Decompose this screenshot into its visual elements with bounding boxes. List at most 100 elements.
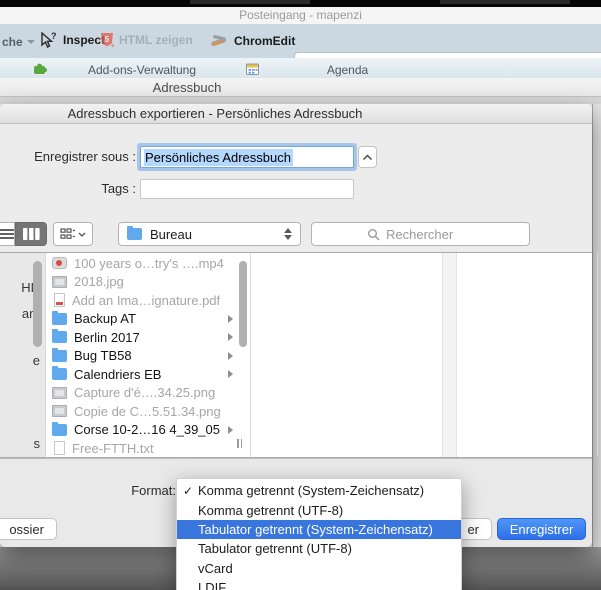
- column-scrollbar[interactable]: [239, 261, 247, 347]
- image-icon: [52, 405, 67, 418]
- chevron-up-icon: [362, 153, 373, 160]
- main-window-title: Posteingang - mapenzi: [239, 8, 362, 22]
- export-dialog-title: Adressbuch exportieren - Persönliches Ad…: [67, 106, 363, 121]
- tab-addons[interactable]: Add-ons-Verwaltung: [48, 61, 218, 79]
- chevron-down-icon: [78, 232, 86, 237]
- new-folder-button[interactable]: ossier: [0, 518, 57, 540]
- image-icon: [52, 386, 67, 399]
- file-row[interactable]: Calendriers EB: [46, 365, 242, 384]
- disclosure-arrow-icon: [228, 314, 233, 323]
- list-view-icon: [0, 229, 14, 239]
- desktop-strip: [0, 0, 601, 7]
- file-name: Calendriers EB: [74, 366, 162, 382]
- file-name: Free-FTTH.txt: [72, 440, 154, 456]
- format-menu-item-label: LDIF: [198, 580, 227, 590]
- file-row[interactable]: Bug TB58: [46, 347, 242, 366]
- file-name: Corse 10-2…16 4_39_05: [74, 422, 220, 438]
- column-resize-grip[interactable]: [237, 439, 242, 448]
- folder-icon: [127, 226, 142, 240]
- addressbook-window-edge: [0, 97, 601, 104]
- format-menu-item[interactable]: LDIF: [177, 578, 461, 590]
- format-menu-item-label: Tabulator getrennt (UTF-8): [198, 541, 352, 557]
- file-row[interactable]: Capture d'é….34.25.png: [46, 384, 242, 403]
- addressbook-window-title: Adressbuch: [152, 80, 222, 95]
- chromedit-button[interactable]: ChromEdit: [210, 33, 295, 48]
- browser-search-field[interactable]: [311, 222, 530, 246]
- disclosure-arrow-icon: [228, 370, 233, 379]
- group-grid-icon: [60, 228, 75, 239]
- format-menu-item-label: Tabulator getrennt (System-Zeichensatz): [198, 521, 433, 537]
- inspect-button[interactable]: ? Inspect: [38, 31, 105, 49]
- column-view-button[interactable]: [15, 222, 47, 246]
- sidebar-item-fragment[interactable]: e: [0, 353, 40, 368]
- truncated-toolbar-button[interactable]: che: [2, 35, 35, 49]
- file-name: Add an Ima…ignature.pdf: [72, 292, 221, 308]
- format-menu-item[interactable]: Komma getrennt (UTF-8): [177, 500, 461, 519]
- file-row[interactable]: Backup AT: [46, 310, 242, 329]
- file-name: Bug TB58: [74, 348, 132, 364]
- format-menu-item[interactable]: Tabulator getrennt (System-Zeichensatz): [177, 519, 461, 540]
- file-row[interactable]: 2018.jpg: [46, 273, 242, 292]
- html-zeigen-label: HTML zeigen: [119, 33, 193, 47]
- svg-text:5: 5: [105, 35, 110, 44]
- sidebar: HD ant e s: [0, 253, 45, 457]
- location-popup[interactable]: Bureau: [118, 222, 301, 246]
- folder-icon: [52, 329, 67, 344]
- sidebar-scrollbar[interactable]: [33, 261, 42, 347]
- save-as-label: Enregistrer sous :: [34, 149, 136, 164]
- disclosure-arrow-icon: [228, 351, 233, 360]
- svg-text:?: ?: [51, 31, 57, 41]
- file-row[interactable]: Berlin 2017: [46, 328, 242, 347]
- desktop-strip-segment: [440, 0, 570, 4]
- format-menu-item[interactable]: Tabulator getrennt (UTF-8): [177, 539, 461, 558]
- inspector-arrow-icon: ?: [41, 31, 57, 48]
- format-menu-item[interactable]: vCard: [177, 559, 461, 578]
- browser-search-input[interactable]: [384, 225, 474, 243]
- tab-agenda[interactable]: Agenda: [260, 61, 435, 79]
- truncated-toolbar-label: che: [2, 35, 23, 49]
- expand-dialog-button[interactable]: [358, 146, 377, 168]
- save-as-value: Persönliches Adressbuch: [144, 148, 293, 166]
- format-menu: ✓ Komma getrennt (System-Zeichensatz) Ko…: [176, 478, 462, 590]
- image-icon: [52, 275, 67, 288]
- popup-updown-icon: [284, 228, 292, 240]
- file-row[interactable]: Free-FTTH.txt: [46, 439, 242, 458]
- file-row[interactable]: 100 years o…try's ….mp4: [46, 254, 242, 273]
- html5-shield-icon: 5 +: [101, 33, 114, 48]
- save-as-field[interactable]: Persönliches Adressbuch: [140, 146, 354, 168]
- screen: Posteingang - mapenzi che ? Inspect 5 + …: [0, 0, 601, 590]
- tags-field[interactable]: [140, 179, 354, 199]
- tools-icon: [211, 34, 226, 46]
- folder-icon: [52, 310, 67, 325]
- search-icon: [368, 228, 380, 240]
- tab-agenda-label: Agenda: [326, 63, 369, 77]
- column-divider: [250, 253, 251, 457]
- format-label: Format:: [131, 483, 176, 498]
- file-row[interactable]: Add an Ima…ignature.pdf: [46, 291, 242, 310]
- file-name: 2018.jpg: [74, 274, 124, 290]
- format-menu-item-label: Komma getrennt (System-Zeichensatz): [198, 483, 425, 499]
- text-icon: [54, 441, 65, 456]
- format-menu-item-label: Komma getrennt (UTF-8): [198, 502, 344, 518]
- group-by-button[interactable]: [53, 222, 93, 246]
- save-button[interactable]: Enregistrer: [497, 518, 586, 540]
- tab-strip: Add-ons-Verwaltung Agenda: [0, 58, 601, 133]
- tags-label: Tags :: [101, 181, 136, 196]
- folder-icon: [52, 366, 67, 381]
- file-name: Copie de C…5.51.34.png: [74, 403, 221, 419]
- video-icon: [52, 257, 67, 270]
- file-row[interactable]: Copie de C…5.51.34.png: [46, 402, 242, 421]
- file-row[interactable]: Corse 10-2…16 4_39_05: [46, 421, 242, 440]
- folder-icon: [52, 421, 67, 436]
- column-divider-track[interactable]: [442, 253, 457, 457]
- sidebar-item-fragment[interactable]: s: [0, 436, 41, 451]
- format-menu-item-label: vCard: [198, 560, 233, 576]
- list-view-button[interactable]: [0, 222, 15, 246]
- format-menu-item[interactable]: ✓ Komma getrennt (System-Zeichensatz): [177, 481, 461, 500]
- disclosure-arrow-icon: [228, 333, 233, 342]
- tags-input[interactable]: [144, 180, 350, 198]
- chromedit-label: ChromEdit: [234, 33, 296, 48]
- html-zeigen-button[interactable]: 5 + HTML zeigen: [100, 32, 193, 48]
- file-name: 100 years o…try's ….mp4: [74, 255, 224, 271]
- thunderbird-toolbar: che ? Inspect 5 + HTML zeigen ChromEdit: [0, 24, 601, 76]
